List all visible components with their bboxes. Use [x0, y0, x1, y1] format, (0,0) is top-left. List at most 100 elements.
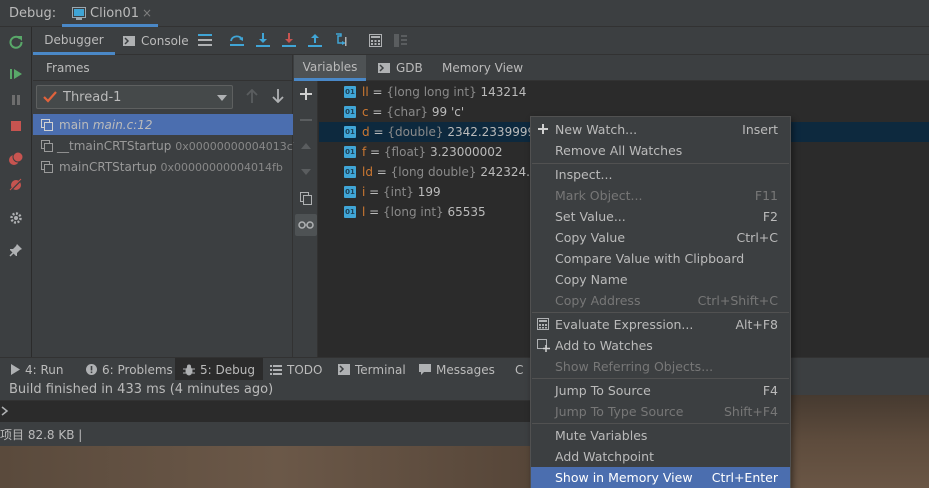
menu-item-copy-address: Copy Address Ctrl+Shift+C — [555, 293, 778, 308]
pause-icon[interactable] — [8, 92, 26, 110]
tool-tab-debug[interactable]: 5: Debug — [175, 358, 263, 381]
tool-tab-todo-label: TODO — [287, 362, 323, 377]
menu-item-inspect[interactable]: Inspect... — [531, 164, 790, 185]
next-frame-arrow-down-icon[interactable] — [270, 88, 286, 104]
menu-item-add-watchpoint[interactable]: Add Watchpoint — [531, 446, 790, 467]
debug-left-toolbar — [0, 27, 32, 357]
view-breakpoints-icon[interactable] — [8, 151, 26, 169]
frame-row[interactable]: mainCRTStartup 0x00000000004014fb — [33, 156, 293, 177]
evaluate-expression-icon[interactable] — [367, 32, 383, 48]
variable-row[interactable]: 01 ll = {long long int} 143214 — [319, 82, 929, 102]
variable-value: 65535 — [447, 205, 486, 219]
variable-type: {long long int} — [386, 85, 477, 99]
variable-value: 99 'c' — [431, 105, 465, 119]
menu-item-add-to-watches[interactable]: Add to Watches — [531, 335, 790, 356]
menu-separator — [532, 312, 789, 313]
watches-glasses-icon[interactable] — [295, 214, 317, 236]
rerun-icon[interactable] — [8, 34, 26, 52]
previous-frame-arrow-up-icon[interactable] — [244, 88, 260, 104]
pin-icon[interactable] — [8, 242, 26, 260]
run-config-tab[interactable]: Clion01 × — [62, 0, 158, 27]
file-status-text: 项目 82.8 KB | — [0, 428, 83, 442]
tab-variables-label: Variables — [302, 59, 358, 74]
frame-address: 0x00000000004013c7 — [175, 139, 300, 153]
primitive-type-icon: 01 — [344, 206, 356, 218]
messages-icon — [419, 364, 431, 375]
thread-select-value: Thread-1 — [63, 90, 122, 105]
menu-item-jump-to-type-source: Jump To Type Source Shift+F4 — [555, 404, 778, 419]
debug-label: Debug: — [9, 6, 57, 21]
variable-type: {double} — [387, 125, 444, 139]
tool-tab-terminal[interactable]: Terminal — [338, 358, 406, 381]
frame-row[interactable]: main main.c:12 — [33, 114, 293, 135]
run-to-cursor-icon[interactable] — [334, 32, 350, 48]
menu-item-show-in-memory-view[interactable]: Show in Memory View Ctrl+Enter — [531, 467, 790, 488]
tool-tab-messages[interactable]: Messages — [419, 358, 495, 381]
add-watch-plus-icon[interactable] — [298, 86, 314, 102]
terminal-icon — [338, 364, 350, 375]
menu-item-mark-object: Mark Object... F11 — [555, 188, 778, 203]
copy-icon[interactable] — [298, 190, 314, 206]
primitive-type-icon: 01 — [344, 86, 356, 98]
step-over-icon[interactable] — [229, 32, 245, 48]
step-into-icon[interactable] — [255, 32, 271, 48]
primitive-type-icon: 01 — [344, 106, 356, 118]
tool-tab-run[interactable]: 4: Run — [10, 358, 64, 381]
chevron-down-icon[interactable] — [1, 406, 9, 416]
application-icon — [72, 7, 86, 20]
settings-gear-icon[interactable] — [8, 210, 26, 228]
menu-item-set-value[interactable]: Set Value... F2 — [531, 206, 790, 227]
tool-tab-messages-label: Messages — [436, 362, 495, 377]
tab-gdb[interactable]: GDB — [378, 55, 423, 81]
menu-item-jump-to-source[interactable]: Jump To Source F4 — [531, 380, 790, 401]
frame-address: 0x00000000004014fb — [160, 160, 283, 174]
tool-tab-todo[interactable]: TODO — [270, 358, 322, 381]
checkmark-icon — [43, 91, 57, 103]
menu-item-compare-with-clipboard[interactable]: Compare Value with Clipboard — [531, 248, 790, 269]
menu-item-show-referring-objects: Show Referring Objects... — [555, 359, 714, 374]
menu-separator — [532, 378, 789, 379]
stack-frame-icon — [41, 118, 55, 131]
debug-tool-window-header: Debug: Clion01 × — [0, 0, 929, 27]
watches-icon — [537, 339, 550, 352]
tab-gdb-label: GDB — [396, 61, 423, 75]
tab-variables[interactable]: Variables — [294, 55, 366, 81]
menu-item-evaluate-expression[interactable]: Evaluate Expression... Alt+F8 — [531, 314, 790, 335]
tab-console[interactable]: Console — [123, 27, 189, 55]
close-tab-icon[interactable]: × — [142, 6, 152, 20]
tool-tab-problems[interactable]: 6: Problems — [86, 358, 173, 381]
tab-memory-view[interactable]: Memory View — [442, 55, 523, 81]
variables-tab-bar: Variables GDB Memory View — [294, 55, 929, 81]
remove-watch-minus-icon[interactable] — [298, 112, 314, 128]
frame-location: main.c:12 — [92, 117, 153, 132]
thread-select[interactable]: Thread-1 — [36, 85, 233, 109]
tab-debugger[interactable]: Debugger — [33, 27, 115, 55]
mute-breakpoints-icon[interactable] — [8, 177, 26, 195]
primitive-type-icon: 01 — [344, 166, 356, 178]
menu-item-copy-value[interactable]: Copy Value Ctrl+C — [531, 227, 790, 248]
menu-item-new-watch[interactable]: New Watch... Insert — [531, 119, 790, 140]
info-icon — [86, 364, 97, 375]
resume-icon[interactable] — [8, 66, 26, 84]
force-step-into-icon[interactable] — [281, 32, 297, 48]
menu-item-mute-variables[interactable]: Mute Variables — [531, 425, 790, 446]
frame-row[interactable]: __tmainCRTStartup 0x00000000004013c7 — [33, 135, 300, 156]
step-out-icon[interactable] — [307, 32, 323, 48]
tool-tab-clipped[interactable]: C — [515, 358, 523, 381]
stack-frame-icon — [41, 160, 55, 173]
variable-name: d — [362, 125, 370, 139]
move-down-icon[interactable] — [298, 164, 314, 180]
menu-item-remove-all-watches[interactable]: Remove All Watches — [531, 140, 790, 161]
stop-icon[interactable] — [8, 118, 26, 136]
variable-value: 3.23000002 — [429, 145, 503, 159]
menu-item-copy-name[interactable]: Copy Name — [531, 269, 790, 290]
trace-icon[interactable] — [392, 32, 408, 48]
primitive-type-icon: 01 — [344, 146, 356, 158]
frames-panel: Frames Thread-1 main main.c:12 __tmainCR… — [33, 55, 300, 357]
move-up-icon[interactable] — [298, 138, 314, 154]
bug-icon — [183, 364, 195, 375]
variable-type: {long int} — [383, 205, 444, 219]
tool-tab-debug-label: 5: Debug — [200, 362, 255, 377]
tool-tab-problems-label: 6: Problems — [102, 362, 173, 377]
layout-menu-icon[interactable] — [197, 32, 213, 48]
